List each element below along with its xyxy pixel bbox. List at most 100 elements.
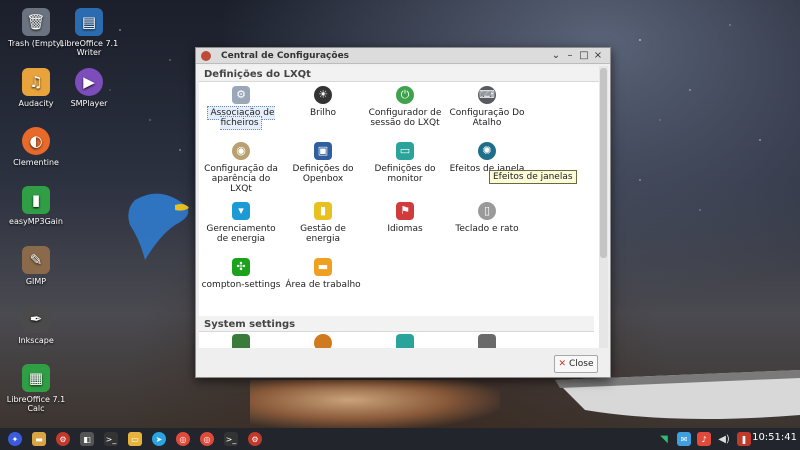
boat-wallpaper-figure bbox=[555, 370, 800, 419]
settings-list-view: Definições do LXQt ⚙ Associação de fiche… bbox=[199, 66, 599, 348]
section-header-lxqt: Definições do LXQt bbox=[199, 66, 599, 82]
appearance-icon: ◉ bbox=[232, 142, 250, 160]
terminal-icon[interactable]: >_ bbox=[104, 432, 118, 446]
desktop-icon-smplayer[interactable]: ▶ SMPlayer bbox=[56, 68, 122, 108]
window-title: Central de Configurações bbox=[221, 50, 350, 61]
settings-item-monitor[interactable]: ▭ Definições do monitor bbox=[365, 142, 445, 184]
settings-item-label: Associação de ficheiros bbox=[207, 106, 275, 130]
settings-center-icon[interactable]: ⚙ bbox=[56, 432, 70, 446]
settings-item-compton[interactable]: ✣ compton-settings bbox=[201, 258, 281, 290]
desktop-icon-label: Inkscape bbox=[18, 336, 54, 345]
settings-item-label: Teclado e rato bbox=[455, 224, 519, 234]
power-management-icon: ▾ bbox=[232, 202, 250, 220]
desktop-icon-label: GIMP bbox=[25, 277, 47, 286]
file-manager-icon[interactable]: ▬ bbox=[32, 432, 46, 446]
settings-item-session[interactable]: ⏻ Configurador de sessão do LXQt bbox=[365, 86, 445, 128]
chrome-icon-2[interactable]: ◎ bbox=[200, 432, 214, 446]
desktop-icon-writer[interactable]: ▤ LibreOffice 7.1 Writer bbox=[56, 8, 122, 57]
settings-item-keyboard-mouse[interactable]: ▯ Teclado e rato bbox=[447, 202, 527, 234]
toggle-icon[interactable]: ◧ bbox=[80, 432, 94, 446]
desktop-icon-clementine[interactable]: ◐ Clementine bbox=[3, 127, 69, 167]
system-settings-row bbox=[199, 332, 594, 348]
system-item-2[interactable] bbox=[283, 334, 363, 348]
mouse-icon: ▯ bbox=[478, 202, 496, 220]
trash-icon: 🗑 bbox=[22, 8, 50, 36]
volume-icon[interactable]: ◀) bbox=[717, 432, 731, 446]
lxqt-settings-grid: ⚙ Associação de ficheiros ☀ Brilho ⏻ Con… bbox=[199, 82, 599, 312]
wifi-icon[interactable]: ◥ bbox=[657, 432, 671, 446]
desktop-icon-calc[interactable]: ▦ LibreOffice 7.1 Calc bbox=[3, 364, 69, 413]
configuration-center-window: Central de Configurações ⌄ – □ × Definiç… bbox=[195, 47, 611, 378]
settings-item-label: Definições do Openbox bbox=[292, 164, 354, 184]
system-item-3-icon bbox=[396, 334, 414, 348]
settings-item-energy-management[interactable]: ▾ Gerenciamento de energia bbox=[201, 202, 281, 244]
power-icon: ⏻ bbox=[396, 86, 414, 104]
telegram-icon[interactable]: ➤ bbox=[152, 432, 166, 446]
desktop-icon-easymp3gain[interactable]: ▮ easyMP3Gain bbox=[3, 186, 69, 226]
system-item-1-icon bbox=[232, 334, 250, 348]
menu-chevron-icon[interactable]: ⌄ bbox=[549, 50, 563, 61]
system-tray: ◥ ✉ ♪ ◀) ❚ bbox=[654, 432, 754, 446]
terminal-icon-2[interactable]: >_ bbox=[224, 432, 238, 446]
close-button-label: Close bbox=[569, 359, 594, 369]
settings-item-shortcuts[interactable]: ⌨ Configuração Do Atalho bbox=[447, 86, 527, 128]
system-item-4[interactable] bbox=[447, 334, 527, 348]
rock-wallpaper-detail bbox=[250, 380, 500, 430]
writer-icon: ▤ bbox=[75, 8, 103, 36]
settings-item-label: Gerenciamento de energia bbox=[206, 224, 276, 244]
desktop-icon-inkscape[interactable]: ✒ Inkscape bbox=[3, 305, 69, 345]
system-item-4-icon bbox=[478, 334, 496, 348]
settings-item-file-association[interactable]: ⚙ Associação de ficheiros bbox=[201, 86, 281, 130]
settings-item-languages[interactable]: ⚑ Idiomas bbox=[365, 202, 445, 234]
scrollbar-thumb[interactable] bbox=[600, 68, 607, 258]
chrome-icon[interactable]: ◎ bbox=[176, 432, 190, 446]
minimize-icon[interactable]: – bbox=[563, 50, 577, 61]
desktop-icon-gimp[interactable]: ✎ GIMP bbox=[3, 246, 69, 286]
settings-item-label: compton-settings bbox=[201, 280, 281, 290]
desktop-folder-icon: ▬ bbox=[314, 258, 332, 276]
battery-icon: ▮ bbox=[314, 202, 332, 220]
window-effects-icon: ✺ bbox=[478, 142, 496, 160]
vertical-scrollbar[interactable] bbox=[599, 66, 608, 348]
close-button[interactable]: ✕ Close bbox=[554, 355, 598, 373]
settings-item-openbox[interactable]: ▣ Definições do Openbox bbox=[283, 142, 363, 184]
desktop-icon-label: Audacity bbox=[18, 99, 54, 108]
settings-window-icon[interactable]: ⚙ bbox=[248, 432, 262, 446]
desktop-icon-label: easyMP3Gain bbox=[9, 217, 63, 226]
settings-item-label: Configuração da aparência do LXQt bbox=[204, 164, 278, 194]
app-tray-icon[interactable]: ❚ bbox=[737, 432, 751, 446]
settings-item-energy-gestao[interactable]: ▮ Gestão de energia bbox=[283, 202, 363, 244]
chat-icon[interactable]: ✉ bbox=[677, 432, 691, 446]
notification-icon[interactable]: ♪ bbox=[697, 432, 711, 446]
system-item-1[interactable] bbox=[201, 334, 281, 348]
system-settings-section: System settings bbox=[199, 316, 594, 348]
folder-icon[interactable]: ▭ bbox=[128, 432, 142, 446]
close-x-icon: ✕ bbox=[558, 359, 566, 369]
file-association-icon: ⚙ bbox=[232, 86, 250, 104]
desktop-icon-label: SMPlayer bbox=[70, 99, 108, 108]
settings-item-brightness[interactable]: ☀ Brilho bbox=[283, 86, 363, 118]
window-titlebar[interactable]: Central de Configurações ⌄ – □ × bbox=[196, 48, 610, 64]
settings-item-appearance[interactable]: ◉ Configuração da aparência do LXQt bbox=[201, 142, 281, 194]
maximize-icon[interactable]: □ bbox=[577, 50, 591, 61]
keyboard-icon: ⌨ bbox=[478, 86, 496, 104]
inkscape-icon: ✒ bbox=[22, 305, 50, 333]
desktop-icon-label: LibreOffice 7.1 Calc bbox=[6, 395, 66, 413]
close-icon[interactable]: × bbox=[591, 50, 605, 61]
settings-item-label: Idiomas bbox=[387, 224, 423, 234]
desktop-icon-label: LibreOffice 7.1 Writer bbox=[59, 39, 119, 57]
settings-item-label: Gestão de energia bbox=[300, 224, 346, 244]
clementine-icon: ◐ bbox=[22, 127, 50, 155]
compton-icon: ✣ bbox=[232, 258, 250, 276]
section-header-system: System settings bbox=[199, 316, 594, 332]
system-item-3[interactable] bbox=[365, 334, 445, 348]
audacity-icon: ♫ bbox=[22, 68, 50, 96]
monitor-icon: ▭ bbox=[396, 142, 414, 160]
clock[interactable]: 10:51:41 bbox=[752, 432, 797, 443]
start-menu-icon[interactable]: ✦ bbox=[8, 432, 22, 446]
settings-item-label: Brilho bbox=[309, 108, 337, 118]
system-item-2-icon bbox=[314, 334, 332, 348]
parrot-wallpaper-figure bbox=[128, 193, 189, 260]
settings-item-desktop[interactable]: ▬ Área de trabalho bbox=[283, 258, 363, 290]
settings-item-label: Área de trabalho bbox=[285, 280, 361, 290]
